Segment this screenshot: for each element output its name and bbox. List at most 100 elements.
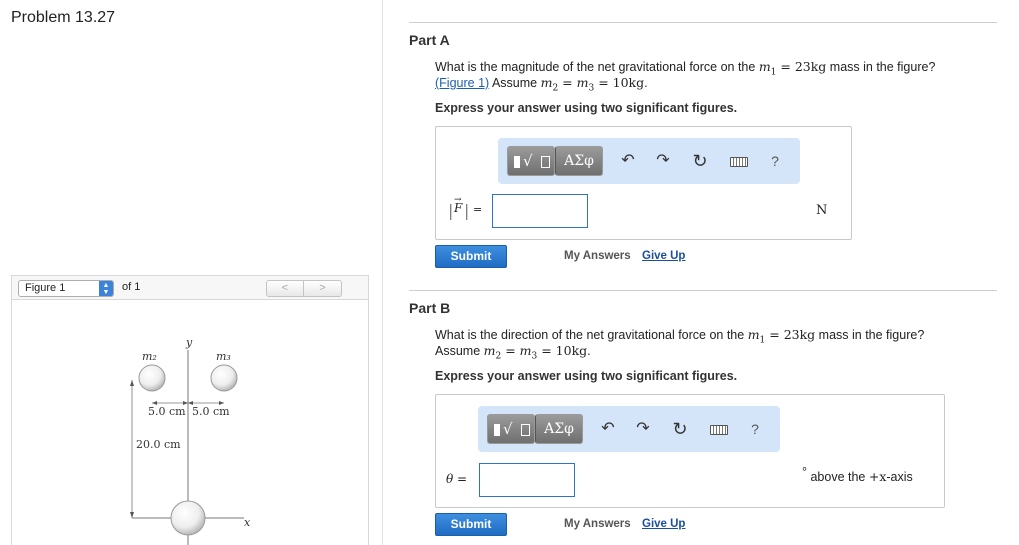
part-b-title: Part B — [409, 300, 451, 316]
dimension-arrow-icon — [130, 380, 134, 386]
part-a-unit: N — [816, 203, 828, 218]
chevron-left-icon: < — [281, 282, 289, 294]
equals-sign: = — [501, 343, 520, 358]
sqrt-icon: √ — [503, 420, 513, 438]
templates-button[interactable]: √ — [507, 146, 555, 176]
redo-icon[interactable]: ↷ — [653, 150, 673, 172]
select-arrows-icon: ▲ ▼ — [99, 281, 113, 296]
chevron-right-icon: > — [319, 282, 326, 294]
figure-1-link[interactable]: (Figure 1) — [435, 76, 489, 90]
problem-title: Problem 13.27 — [11, 9, 116, 26]
assume-text: Assume — [435, 344, 484, 358]
part-b-unit: ° above the +x-axis — [802, 465, 913, 484]
mass-m3-ball — [210, 364, 238, 392]
figure-toolbar: Figure 1 ▲ ▼ of 1 < > — [12, 276, 368, 300]
period: . — [587, 344, 591, 358]
part-a-answer-input[interactable] — [492, 194, 588, 228]
left-column: Problem 13.27 Figure 1 ▲ ▼ of 1 < > y x … — [0, 0, 383, 545]
part-a-divider — [409, 22, 997, 23]
part-b-answer-input[interactable] — [479, 463, 575, 497]
figure-next-button[interactable]: > — [304, 280, 342, 297]
dimension-arrow-icon — [130, 512, 134, 518]
part-a-submit-button[interactable]: Submit — [435, 245, 507, 268]
figure-panel: Figure 1 ▲ ▼ of 1 < > y x m₂ m₃ 5.0 cm 5… — [11, 275, 369, 545]
part-b-divider — [409, 290, 997, 291]
assume-text: Assume — [489, 76, 541, 90]
part-b-my-answers-link[interactable]: My Answers — [564, 518, 631, 530]
help-icon[interactable]: ? — [745, 418, 765, 440]
unit-text: above the — [807, 470, 869, 484]
mass-m2-ball — [138, 364, 166, 392]
m23-unit: kg — [571, 343, 588, 358]
part-a-question-text: What is the magnitude of the net gravita… — [435, 60, 759, 74]
template-box-icon — [541, 156, 550, 168]
part-a-title: Part A — [409, 32, 450, 48]
m1-value: = 23 — [776, 59, 811, 74]
theta-label: θ = — [446, 472, 468, 486]
figure-select-value: Figure 1 — [25, 282, 66, 294]
part-a-my-answers-link[interactable]: My Answers — [564, 250, 631, 262]
m1-value: = 23 — [765, 327, 800, 342]
part-b-assume: Assume m2 = m3 = 10kg. — [435, 343, 591, 362]
m23-value: = 10 — [594, 75, 629, 90]
dist-left-label: 5.0 cm — [148, 405, 186, 418]
x-axis-label: x — [244, 516, 251, 529]
template-block-icon — [494, 424, 500, 436]
templates-button[interactable]: √ — [487, 414, 535, 444]
vector-arrow-icon: → — [454, 195, 462, 205]
part-a-math-toolbar: √ ΑΣφ ↶ ↷ ↻ ? — [498, 138, 800, 184]
template-block-icon — [514, 156, 520, 168]
m2-symbol: m — [540, 75, 553, 90]
m3-label: m₃ — [216, 350, 231, 363]
keyboard-icon[interactable] — [710, 425, 728, 435]
axis-symbol: +x — [868, 469, 887, 484]
part-a-question-end: mass in the figure? — [826, 60, 936, 74]
undo-icon[interactable]: ↶ — [618, 150, 638, 172]
part-b-submit-button[interactable]: Submit — [435, 513, 507, 536]
part-b-answer-box: √ ΑΣφ ↶ ↷ ↻ ? θ = ° above the +x-axis — [435, 394, 945, 508]
m3-symbol: m — [519, 343, 532, 358]
m1-unit: kg — [799, 327, 816, 342]
m23-value: = 10 — [537, 343, 572, 358]
template-box-icon — [521, 424, 530, 436]
greek-button[interactable]: ΑΣφ — [555, 146, 603, 176]
part-b-question-end: mass in the figure? — [815, 328, 925, 342]
sqrt-icon: √ — [523, 152, 533, 170]
reset-icon[interactable]: ↻ — [690, 150, 710, 172]
abs-bar-icon: | — [448, 201, 454, 220]
figure-count: of 1 — [122, 281, 141, 293]
m1-symbol: m — [758, 59, 771, 74]
help-icon[interactable]: ? — [765, 150, 785, 172]
m23-unit: kg — [628, 75, 645, 90]
dist-vertical-label: 20.0 cm — [136, 438, 181, 451]
degree-symbol: ° — [802, 465, 807, 479]
part-b-math-toolbar: √ ΑΣφ ↶ ↷ ↻ ? — [478, 406, 780, 452]
m2-label: m₂ — [142, 350, 157, 363]
unit-text-end: -axis — [886, 470, 913, 484]
part-b-question-text: What is the direction of the net gravita… — [435, 328, 748, 342]
part-a-give-up-link[interactable]: Give Up — [642, 250, 685, 262]
part-a-instruction: Express your answer using two significan… — [435, 101, 738, 115]
figure-diagram: y x m₂ m₃ m₁ 5.0 cm 5.0 cm 20.0 cm — [130, 336, 251, 545]
column-divider — [382, 0, 383, 545]
undo-icon[interactable]: ↶ — [598, 418, 618, 440]
figure-prev-button[interactable]: < — [266, 280, 304, 297]
part-a-assume: (Figure 1) Assume m2 = m3 = 10kg. — [435, 75, 648, 94]
period: . — [644, 76, 648, 90]
greek-button[interactable]: ΑΣφ — [535, 414, 583, 444]
m2-symbol: m — [483, 343, 496, 358]
reset-icon[interactable]: ↻ — [670, 418, 690, 440]
m1-unit: kg — [810, 59, 827, 74]
dist-right-label: 5.0 cm — [192, 405, 230, 418]
part-a-answer-box: √ ΑΣφ ↶ ↷ ↻ ? | F → | = N — [435, 126, 852, 240]
part-b-instruction: Express your answer using two significan… — [435, 369, 738, 383]
part-b-give-up-link[interactable]: Give Up — [642, 518, 685, 530]
keyboard-icon[interactable] — [730, 157, 748, 167]
m3-symbol: m — [576, 75, 589, 90]
equals-sign: = — [558, 75, 577, 90]
mass-m1-ball — [170, 500, 206, 536]
figure-select[interactable]: Figure 1 ▲ ▼ — [18, 280, 114, 297]
abs-bar-icon: | — [464, 201, 470, 220]
redo-icon[interactable]: ↷ — [633, 418, 653, 440]
y-axis-label: y — [185, 336, 193, 349]
